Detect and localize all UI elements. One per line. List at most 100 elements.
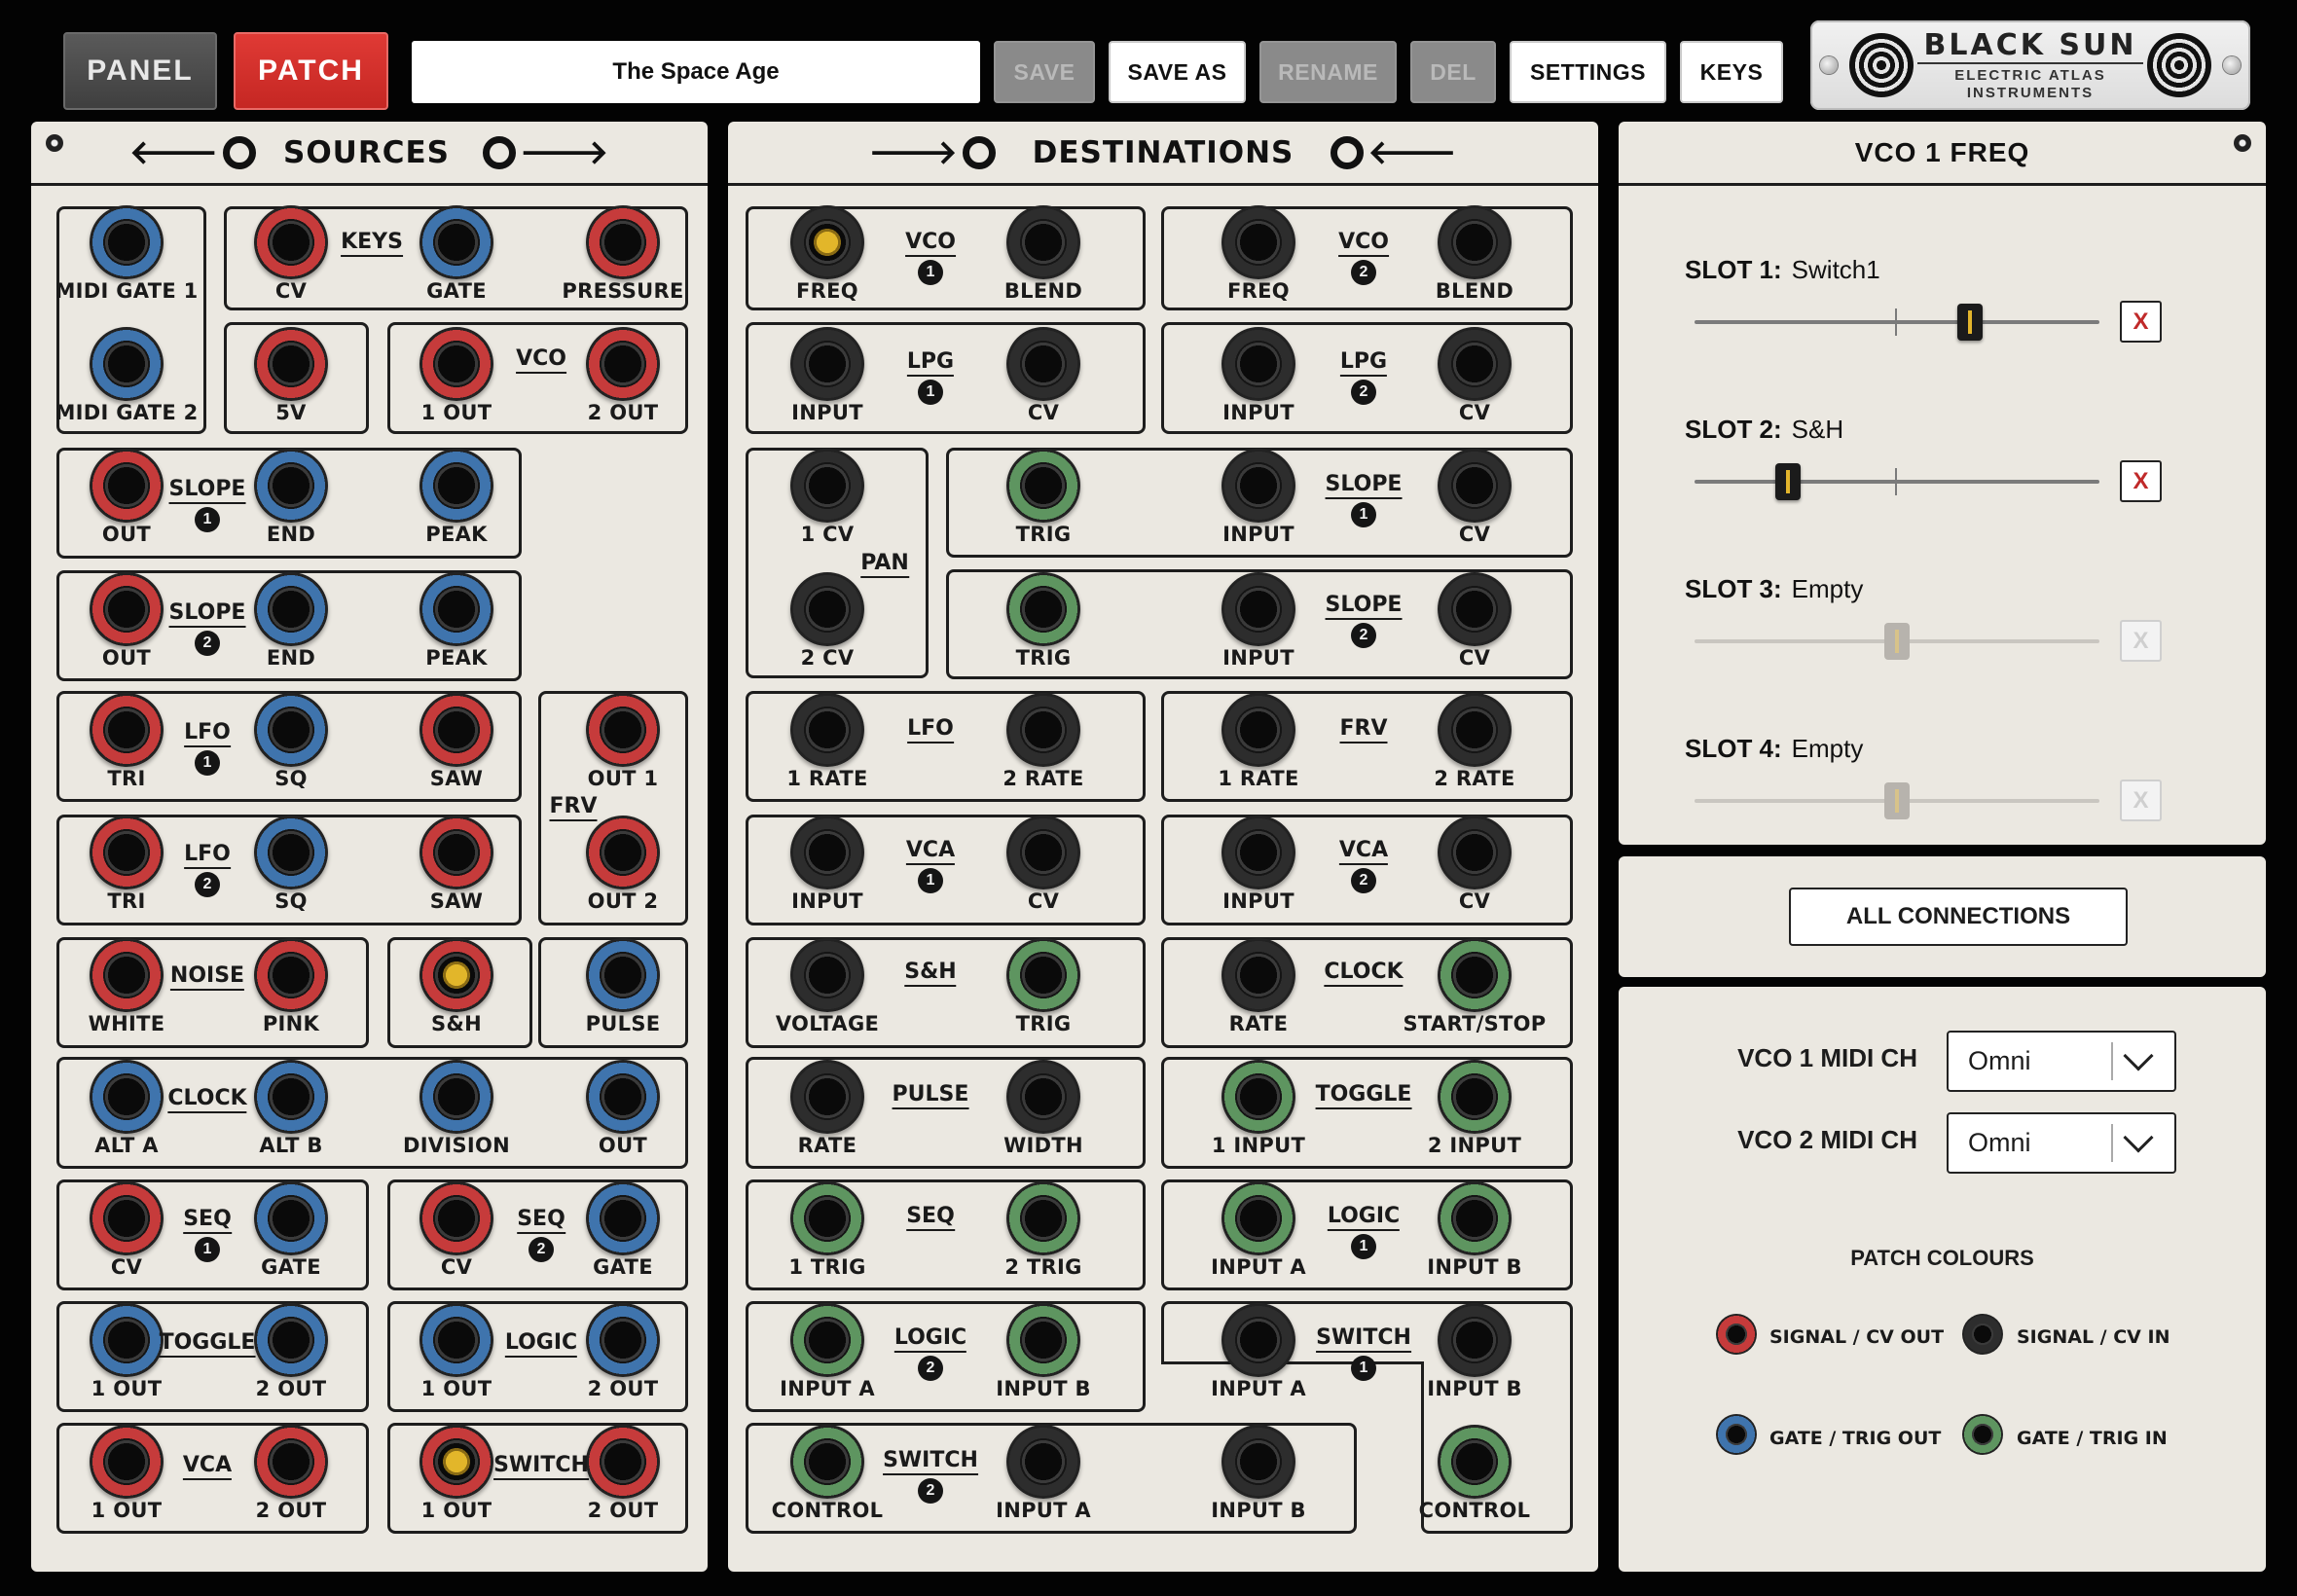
patch-button[interactable]: PATCH (234, 32, 388, 110)
keys-button[interactable]: KEYS (1680, 41, 1783, 103)
src-frv-out2-jack[interactable] (586, 816, 660, 889)
dst-frv-2-rate-jack[interactable] (1438, 693, 1512, 767)
dst-logic2-input-b-jack[interactable] (1006, 1303, 1080, 1377)
dst-slope2-trig-jack[interactable] (1006, 572, 1080, 646)
save-button[interactable]: SAVE (994, 41, 1095, 103)
src-slope1-end-jack[interactable] (254, 449, 328, 523)
dst-vca1-cv-jack[interactable] (1006, 816, 1080, 889)
src-slope2-end-jack[interactable] (254, 572, 328, 646)
src-clock-out-jack[interactable] (586, 1060, 660, 1134)
save-as-button[interactable]: SAVE AS (1109, 41, 1246, 103)
src-lfo1-saw-jack[interactable] (419, 693, 493, 767)
dst-switch1-input-a-jack[interactable] (1221, 1303, 1295, 1377)
src-logic-2-out-jack[interactable] (586, 1303, 660, 1377)
src-vca-2-out-jack[interactable] (254, 1425, 328, 1499)
src-keys-cv-jack[interactable] (254, 205, 328, 279)
dst-slope2-cv-jack[interactable] (1438, 572, 1512, 646)
slot-1-remove-button[interactable]: X (2120, 301, 2162, 343)
all-connections-button[interactable]: ALL CONNECTIONS (1789, 888, 2128, 946)
dst-vco2-freq-jack[interactable] (1221, 205, 1295, 279)
rename-button[interactable]: RENAME (1259, 41, 1397, 103)
src-vco-1-out-jack[interactable] (419, 327, 493, 401)
src-noise-white-jack[interactable] (90, 938, 164, 1012)
dst-seq-1-trig-jack[interactable] (790, 1181, 864, 1255)
src-slope1-out-jack[interactable] (90, 449, 164, 523)
vco2-midi-select[interactable]: Omni (1947, 1112, 2176, 1174)
src-midi-gate-2-jack[interactable] (90, 327, 164, 401)
dst-vca2-cv-jack[interactable] (1438, 816, 1512, 889)
src-noise-pink-jack[interactable] (254, 938, 328, 1012)
slot-4-slider-thumb[interactable] (1884, 782, 1910, 819)
dst-slope1-input-jack[interactable] (1221, 449, 1295, 523)
dst-sh-trig-jack[interactable] (1006, 938, 1080, 1012)
src-slope2-peak-jack[interactable] (419, 572, 493, 646)
src-seq1-cv-jack[interactable] (90, 1181, 164, 1255)
src-keys-pressure-jack[interactable] (586, 205, 660, 279)
src-toggle-2-out-jack[interactable] (254, 1303, 328, 1377)
src-frv-out1-jack[interactable] (586, 693, 660, 767)
patch-name-field[interactable]: The Space Age (412, 41, 980, 103)
dst-lfo-1-rate-jack[interactable] (790, 693, 864, 767)
dst-vco2-blend-jack[interactable] (1438, 205, 1512, 279)
src-toggle-1-out-jack[interactable] (90, 1303, 164, 1377)
slot-3-slider-thumb[interactable] (1884, 623, 1910, 660)
src-seq2-gate-jack[interactable] (586, 1181, 660, 1255)
dst-vco1-blend-jack[interactable] (1006, 205, 1080, 279)
dst-pulse-rate-jack[interactable] (790, 1060, 864, 1134)
dst-vco1-freq-jack[interactable] (790, 205, 864, 279)
slot-3-remove-button[interactable]: X (2120, 620, 2162, 662)
slot-1-slider[interactable] (1695, 304, 2099, 341)
dst-lpg1-input-jack[interactable] (790, 327, 864, 401)
vco1-midi-select[interactable]: Omni (1947, 1031, 2176, 1092)
src-seq2-cv-jack[interactable] (419, 1181, 493, 1255)
dst-logic1-input-b-jack[interactable] (1438, 1181, 1512, 1255)
src-lfo1-tri-jack[interactable] (90, 693, 164, 767)
dst-logic2-input-a-jack[interactable] (790, 1303, 864, 1377)
dst-clock-rate-jack[interactable] (1221, 938, 1295, 1012)
src-lfo2-saw-jack[interactable] (419, 816, 493, 889)
slot-1-slider-thumb[interactable] (1956, 304, 1983, 341)
dst-lpg2-cv-jack[interactable] (1438, 327, 1512, 401)
dst-switch2-control-jack[interactable] (790, 1425, 864, 1499)
src-clock-alt-b-jack[interactable] (254, 1060, 328, 1134)
dst-switch1-input-b-jack[interactable] (1438, 1303, 1512, 1377)
dst-logic1-input-a-jack[interactable] (1221, 1181, 1295, 1255)
src-lfo2-sq-jack[interactable] (254, 816, 328, 889)
dst-seq-2-trig-jack[interactable] (1006, 1181, 1080, 1255)
dst-pulse-width-jack[interactable] (1006, 1060, 1080, 1134)
dst-toggle-2-input-jack[interactable] (1438, 1060, 1512, 1134)
src-switch-2-out-jack[interactable] (586, 1425, 660, 1499)
dst-lpg1-cv-jack[interactable] (1006, 327, 1080, 401)
slot-4-remove-button[interactable]: X (2120, 780, 2162, 821)
dst-lpg2-input-jack[interactable] (1221, 327, 1295, 401)
dst-lfo-2-rate-jack[interactable] (1006, 693, 1080, 767)
dst-switch2-input-b-jack[interactable] (1221, 1425, 1295, 1499)
slot-3-slider[interactable] (1695, 623, 2099, 660)
dst-vca1-input-jack[interactable] (790, 816, 864, 889)
dst-switch2-input-a-jack[interactable] (1006, 1425, 1080, 1499)
slot-2-slider[interactable] (1695, 463, 2099, 500)
src-switch-1-out-jack[interactable] (419, 1425, 493, 1499)
settings-button[interactable]: SETTINGS (1510, 41, 1666, 103)
dst-slope2-input-jack[interactable] (1221, 572, 1295, 646)
dst-slope1-trig-jack[interactable] (1006, 449, 1080, 523)
delete-button[interactable]: DEL (1410, 41, 1496, 103)
src-vca-1-out-jack[interactable] (90, 1425, 164, 1499)
slot-2-slider-thumb[interactable] (1774, 463, 1801, 500)
src-clock-alt-a-jack[interactable] (90, 1060, 164, 1134)
dst-switch1-control-jack[interactable] (1438, 1425, 1512, 1499)
panel-button[interactable]: PANEL (63, 32, 217, 110)
src-logic-1-out-jack[interactable] (419, 1303, 493, 1377)
src-vco-2-out-jack[interactable] (586, 327, 660, 401)
src-slope2-out-jack[interactable] (90, 572, 164, 646)
src-keys-gate-jack[interactable] (419, 205, 493, 279)
dst-sh-voltage-jack[interactable] (790, 938, 864, 1012)
src-clock-division-jack[interactable] (419, 1060, 493, 1134)
slot-2-remove-button[interactable]: X (2120, 460, 2162, 502)
src-slope1-peak-jack[interactable] (419, 449, 493, 523)
src-lfo2-tri-jack[interactable] (90, 816, 164, 889)
src-sh-jack[interactable] (419, 938, 493, 1012)
slot-4-slider[interactable] (1695, 782, 2099, 819)
src-midi-gate-1-jack[interactable] (90, 205, 164, 279)
dst-clock-start-stop-jack[interactable] (1438, 938, 1512, 1012)
